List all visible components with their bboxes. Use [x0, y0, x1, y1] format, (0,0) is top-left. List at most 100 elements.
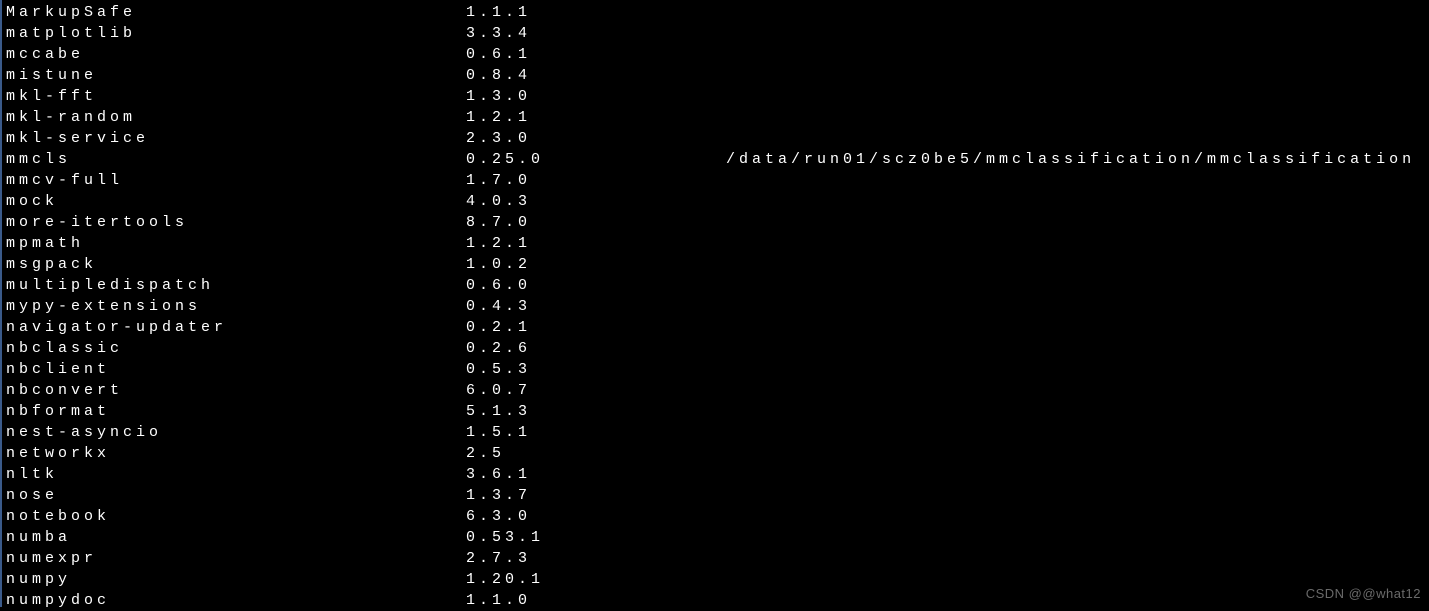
package-version: 0.2.6 [466, 338, 726, 359]
package-name: notebook [6, 506, 466, 527]
package-location [726, 2, 1429, 23]
package-name: matplotlib [6, 23, 466, 44]
package-row: mistune0.8.4 [6, 65, 1429, 86]
package-version: 3.6.1 [466, 464, 726, 485]
package-row: mkl-service2.3.0 [6, 128, 1429, 149]
package-row: nbformat5.1.3 [6, 401, 1429, 422]
package-row: notebook6.3.0 [6, 506, 1429, 527]
package-name: numpy [6, 569, 466, 590]
package-version: 1.3.7 [466, 485, 726, 506]
package-row: mock4.0.3 [6, 191, 1429, 212]
package-row: nest-asyncio1.5.1 [6, 422, 1429, 443]
package-name: mkl-random [6, 107, 466, 128]
package-row: nose1.3.7 [6, 485, 1429, 506]
package-location [726, 170, 1429, 191]
package-name: more-itertools [6, 212, 466, 233]
package-version: 1.0.2 [466, 254, 726, 275]
package-location [726, 107, 1429, 128]
terminal-output[interactable]: MarkupSafe1.1.1matplotlib3.3.4mccabe0.6.… [2, 0, 1429, 611]
package-name: mmcv-full [6, 170, 466, 191]
package-row: more-itertools8.7.0 [6, 212, 1429, 233]
watermark-text: CSDN @@what12 [1306, 586, 1421, 601]
package-version: 1.2.1 [466, 233, 726, 254]
package-version: 0.6.1 [466, 44, 726, 65]
package-version: 0.8.4 [466, 65, 726, 86]
package-version: 0.2.1 [466, 317, 726, 338]
package-location [726, 338, 1429, 359]
package-location [726, 422, 1429, 443]
package-row: numpydoc1.1.0 [6, 590, 1429, 611]
package-version: 0.53.1 [466, 527, 726, 548]
package-location [726, 443, 1429, 464]
package-version: 1.3.0 [466, 86, 726, 107]
package-location [726, 296, 1429, 317]
package-name: nest-asyncio [6, 422, 466, 443]
package-location [726, 86, 1429, 107]
package-version: 5.1.3 [466, 401, 726, 422]
package-location [726, 191, 1429, 212]
package-location [726, 401, 1429, 422]
package-version: 2.5 [466, 443, 726, 464]
package-version: 8.7.0 [466, 212, 726, 233]
package-name: mistune [6, 65, 466, 86]
package-location [726, 317, 1429, 338]
package-name: mpmath [6, 233, 466, 254]
package-name: MarkupSafe [6, 2, 466, 23]
package-name: nbconvert [6, 380, 466, 401]
package-location [726, 23, 1429, 44]
package-row: nltk3.6.1 [6, 464, 1429, 485]
package-row: msgpack1.0.2 [6, 254, 1429, 275]
package-row: matplotlib3.3.4 [6, 23, 1429, 44]
package-row: numpy1.20.1 [6, 569, 1429, 590]
package-location [726, 275, 1429, 296]
package-row: mccabe0.6.1 [6, 44, 1429, 65]
package-name: mkl-service [6, 128, 466, 149]
package-row: mmcv-full1.7.0 [6, 170, 1429, 191]
package-version: 3.3.4 [466, 23, 726, 44]
package-location [726, 128, 1429, 149]
package-row: networkx2.5 [6, 443, 1429, 464]
package-version: 6.3.0 [466, 506, 726, 527]
package-name: nbformat [6, 401, 466, 422]
package-row: mkl-fft1.3.0 [6, 86, 1429, 107]
package-row: mkl-random1.2.1 [6, 107, 1429, 128]
package-version: 2.3.0 [466, 128, 726, 149]
package-row: nbclient0.5.3 [6, 359, 1429, 380]
package-row: multipledispatch0.6.0 [6, 275, 1429, 296]
package-version: 0.5.3 [466, 359, 726, 380]
package-row: MarkupSafe1.1.1 [6, 2, 1429, 23]
package-location [726, 380, 1429, 401]
package-name: nose [6, 485, 466, 506]
package-location [726, 548, 1429, 569]
package-location: /data/run01/scz0be5/mmclassification/mmc… [726, 149, 1429, 170]
package-name: nbclient [6, 359, 466, 380]
package-row: numexpr2.7.3 [6, 548, 1429, 569]
package-name: mypy-extensions [6, 296, 466, 317]
package-version: 1.2.1 [466, 107, 726, 128]
package-version: 1.1.0 [466, 590, 726, 611]
package-name: msgpack [6, 254, 466, 275]
package-location [726, 506, 1429, 527]
package-version: 1.1.1 [466, 2, 726, 23]
package-version: 1.20.1 [466, 569, 726, 590]
package-name: mock [6, 191, 466, 212]
package-location [726, 464, 1429, 485]
package-row: mmcls0.25.0/data/run01/scz0be5/mmclassif… [6, 149, 1429, 170]
package-location [726, 233, 1429, 254]
package-name: numpydoc [6, 590, 466, 611]
package-name: mccabe [6, 44, 466, 65]
package-name: nltk [6, 464, 466, 485]
package-location [726, 359, 1429, 380]
package-version: 0.6.0 [466, 275, 726, 296]
package-version: 4.0.3 [466, 191, 726, 212]
package-location [726, 485, 1429, 506]
package-name: mkl-fft [6, 86, 466, 107]
package-version: 6.0.7 [466, 380, 726, 401]
package-row: nbconvert6.0.7 [6, 380, 1429, 401]
package-name: networkx [6, 443, 466, 464]
package-row: numba0.53.1 [6, 527, 1429, 548]
package-version: 2.7.3 [466, 548, 726, 569]
package-location [726, 254, 1429, 275]
package-location [726, 527, 1429, 548]
package-version: 1.5.1 [466, 422, 726, 443]
